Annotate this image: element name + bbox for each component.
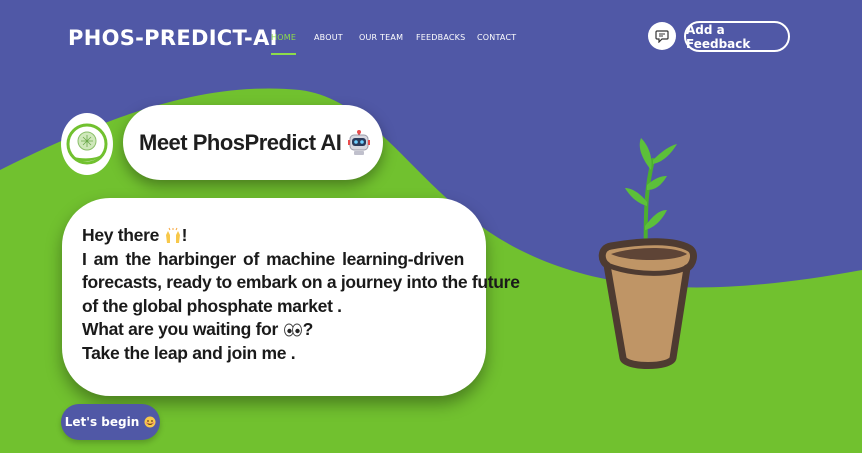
- brand-logo-text[interactable]: PHOS-PREDICT-AI: [68, 26, 278, 50]
- intro-line-1: I am the harbinger of machine learning-d…: [82, 248, 464, 269]
- greeting-suffix: !: [181, 225, 188, 245]
- greeting-line: Hey there !: [82, 224, 464, 248]
- raised-hands-icon: [165, 228, 180, 244]
- greeting-text: Hey there: [82, 225, 160, 245]
- question-line: What are you waiting for ?: [82, 318, 464, 342]
- nav-link-contact[interactable]: CONTACT: [477, 33, 516, 42]
- question-suffix: ?: [302, 319, 314, 339]
- intro-line-5: Take the leap and join me .: [82, 342, 296, 363]
- nav-link-home[interactable]: HOME: [271, 33, 297, 55]
- question-text: What are you waiting for: [82, 319, 279, 339]
- eyes-icon: [283, 323, 302, 337]
- phospredict-logo: [61, 113, 113, 175]
- intro-line-2: forecasts, ready to embark on a journey …: [82, 272, 520, 292]
- smiling-face-icon: [144, 416, 156, 428]
- navbar: PHOS-PREDICT-AI HOME ABOUT OUR TEAM FEED…: [0, 0, 862, 76]
- intro-message-card: Hey there ! I am the harbinger of machin…: [62, 198, 520, 396]
- potted-plant-illustration: [598, 138, 697, 369]
- hero-title: Meet PhosPredict AI: [139, 129, 342, 155]
- nav-link-our-team[interactable]: OUR TEAM: [359, 33, 403, 42]
- lets-begin-label: Let's begin: [64, 415, 140, 429]
- add-feedback-button[interactable]: Add a Feedback: [684, 21, 790, 52]
- lets-begin-button[interactable]: Let's begin: [61, 404, 160, 440]
- hero-title-card: Meet PhosPredict AI: [123, 105, 383, 180]
- intro-line-3: of the global phosphate market .: [82, 295, 342, 316]
- nav-link-about[interactable]: ABOUT: [314, 33, 343, 42]
- leaf-logo-icon: [66, 123, 108, 165]
- chat-bubble-icon: [655, 30, 669, 43]
- nav-link-feedbacks[interactable]: FEEDBACKS: [416, 33, 465, 42]
- chat-button[interactable]: [648, 22, 676, 50]
- robot-icon: [348, 129, 371, 155]
